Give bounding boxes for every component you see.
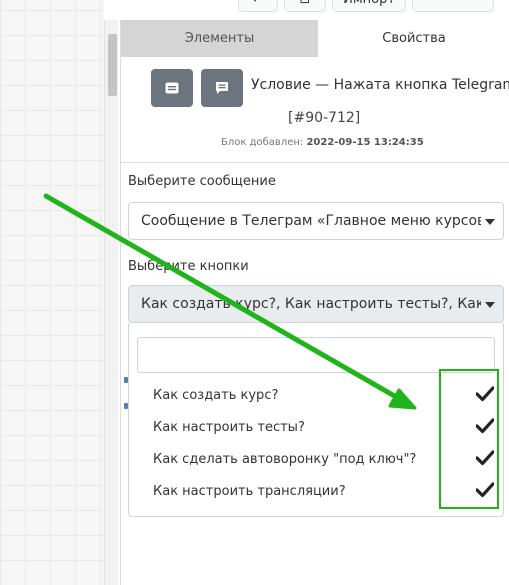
message-select-value: Сообщение в Телеграм «Главное меню курсо… [141,213,481,229]
block-added-info: Блок добавлен: 2022-09-15 13:24:35 [221,137,424,148]
block-header: Условие — Нажата кнопка Telegram [#90-71… [121,57,509,163]
buttons-label: Выберите кнопки [128,259,249,274]
dropdown-item[interactable]: Как создать курс? [153,388,278,403]
comment-icon [216,82,228,94]
toolbar-button[interactable] [412,0,494,12]
dropdown-item[interactable]: Как настроить трансляции? [153,484,346,499]
panel-tabs: Элементы Свойства [121,20,509,57]
chevron-down-icon [485,219,495,225]
message-label: Выберите сообщение [128,174,276,189]
dropdown-item[interactable]: Как сделать автоворонку "под ключ"? [153,452,416,467]
message-select[interactable]: Сообщение в Телеграм «Главное меню курсо… [128,202,504,240]
block-title: Условие — Нажата кнопка Telegram [251,77,509,93]
toolbar-back-button[interactable]: ← [238,0,278,12]
canvas-scrollbar[interactable] [104,20,118,585]
editor-canvas[interactable] [0,0,104,585]
comment-button[interactable] [201,69,243,107]
tab-elements[interactable]: Элементы [121,20,318,57]
buttons-select-value: Как создать курс?, Как настроить тесты?,… [141,296,481,312]
scrollbar-thumb[interactable] [108,34,117,96]
block-added-label: Блок добавлен: [221,137,304,148]
block-added-value: 2022-09-15 13:24:35 [306,137,424,148]
annotation-highlight-box [439,369,499,509]
chevron-down-icon [485,302,495,308]
import-button[interactable]: Импорт [332,0,406,12]
buttons-select[interactable]: Как создать курс?, Как настроить тесты?,… [128,285,504,323]
tab-properties[interactable]: Свойства [318,20,509,57]
block-id: [#90-712] [288,110,361,126]
dropdown-search-input[interactable] [137,337,495,373]
toolbar-fit-button[interactable]: ⊡ [284,0,326,12]
dropdown-item[interactable]: Как настроить тесты? [153,420,305,435]
message-square-button[interactable] [151,69,193,107]
message-square-icon [165,82,179,94]
